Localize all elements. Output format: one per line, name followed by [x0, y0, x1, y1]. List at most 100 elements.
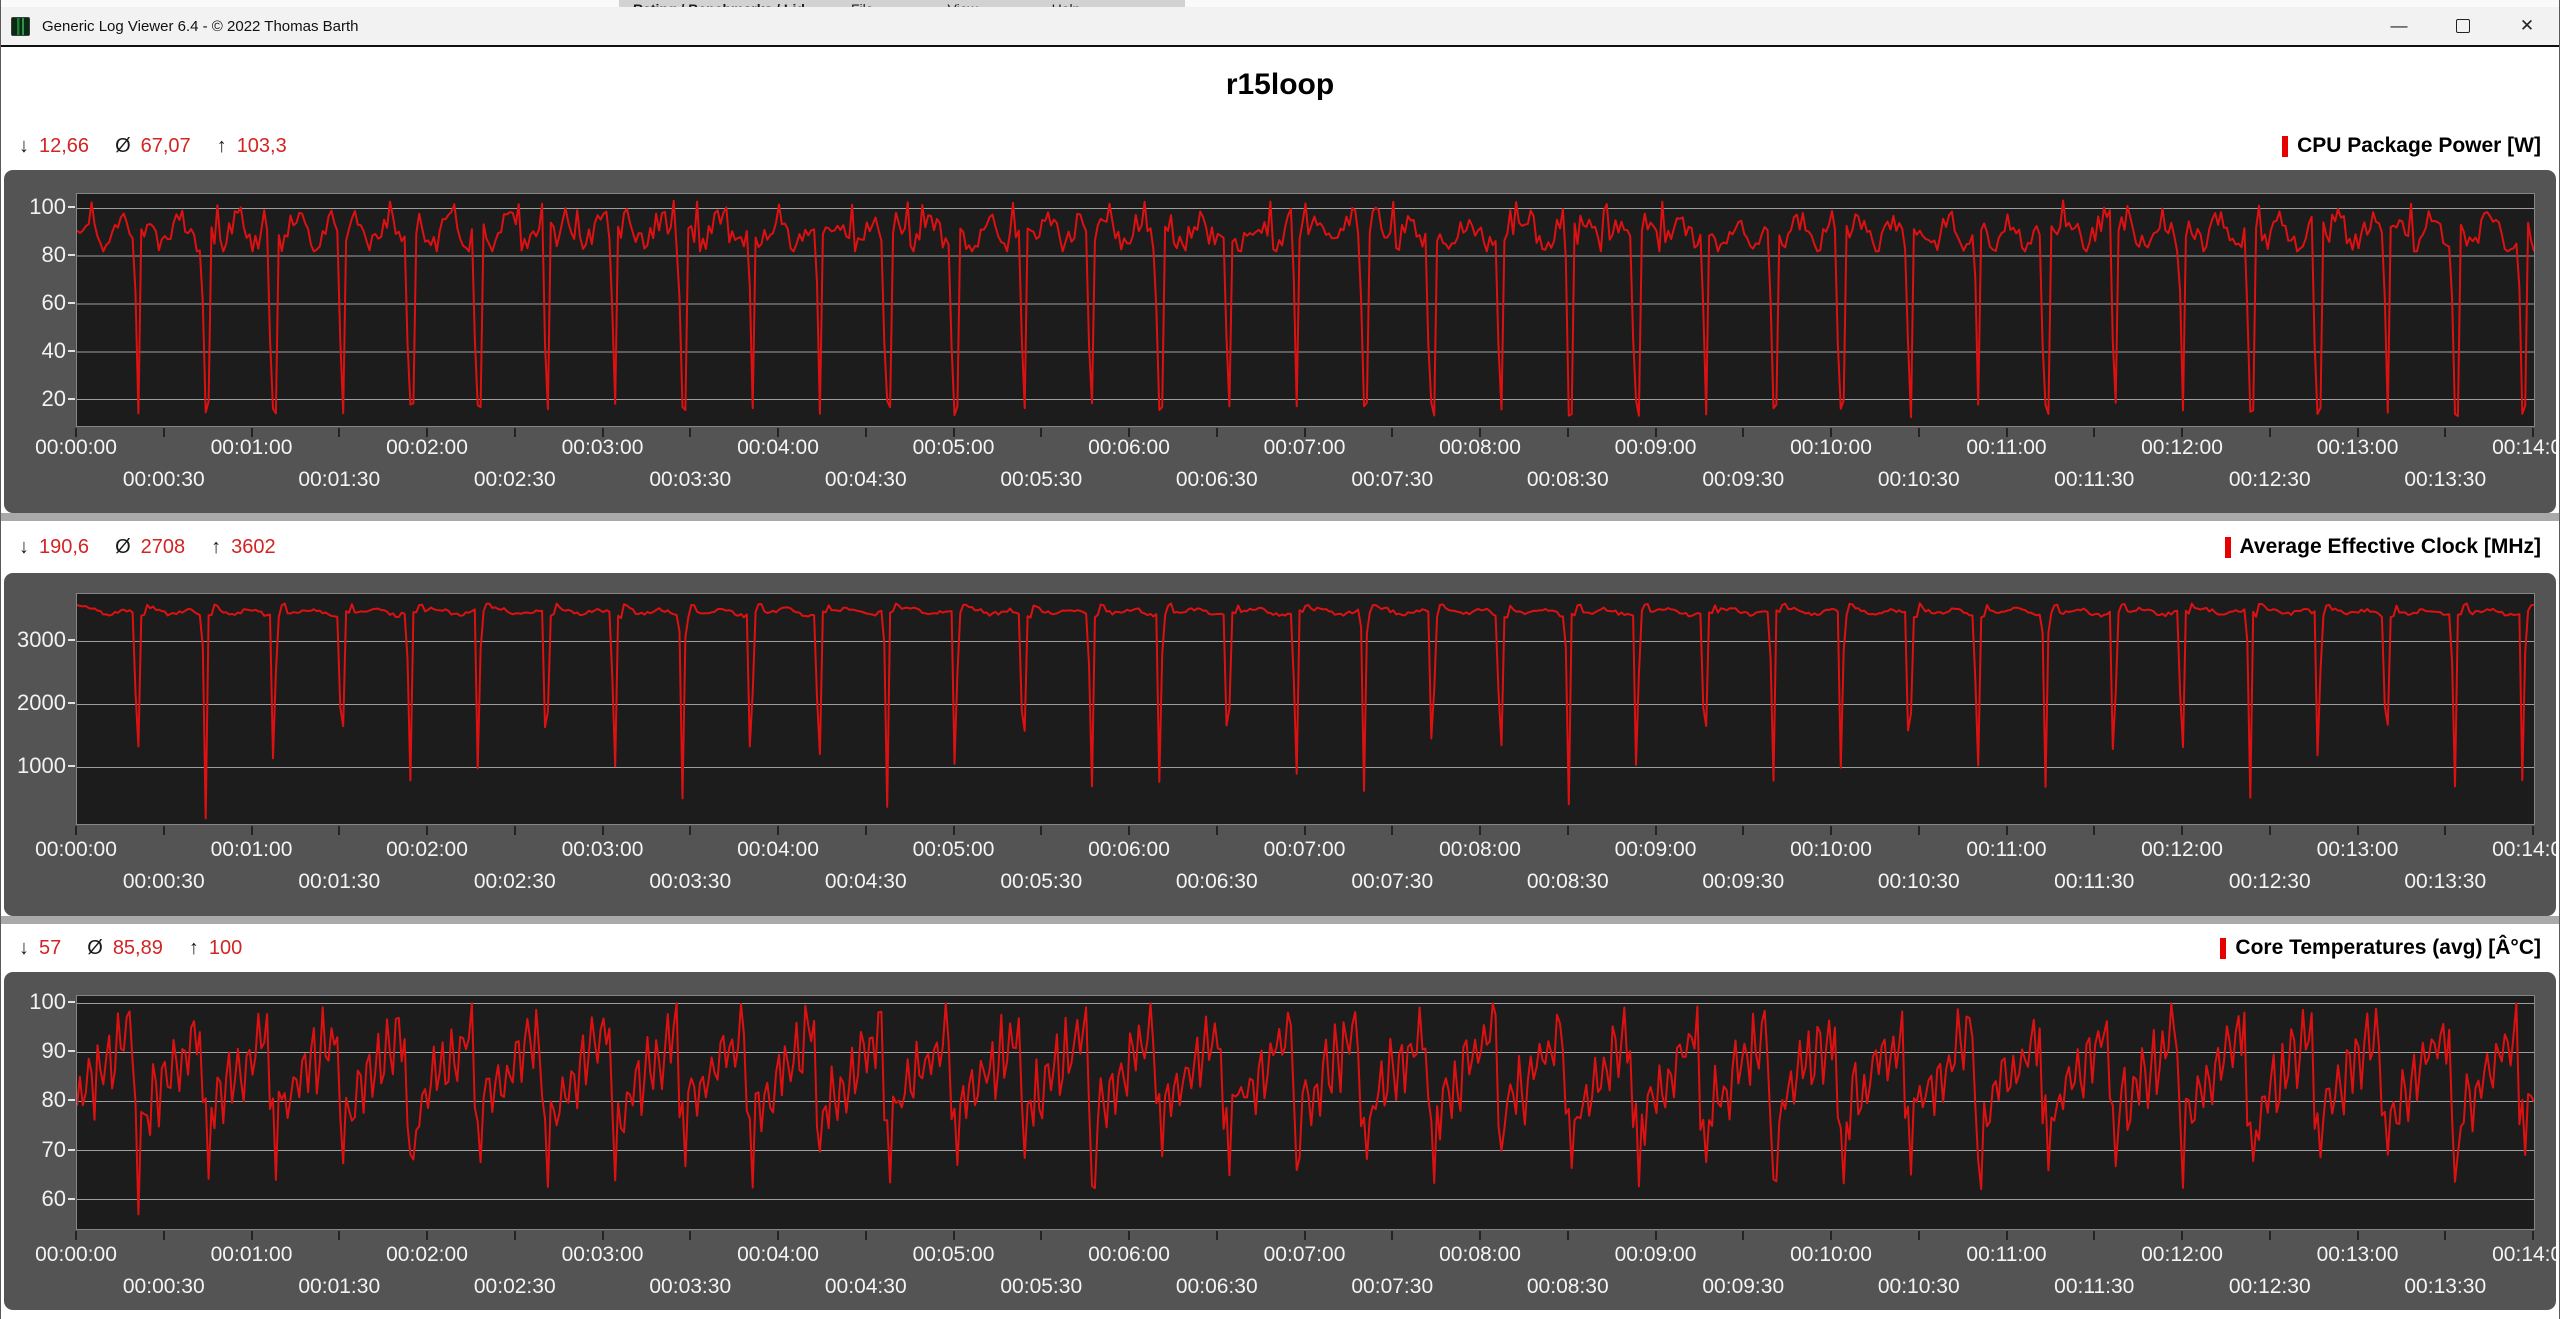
y-axis-tick — [68, 1099, 75, 1101]
x-axis-label: 00:00:30 — [123, 1275, 205, 1299]
x-axis-label: 00:05:30 — [1000, 468, 1082, 492]
x-axis-label: 00:03:00 — [562, 436, 644, 460]
stats-clock: ↓ 190,6 Ø 2708 ↑ 3602 — [19, 536, 292, 559]
page-title: r15loop — [1, 47, 2559, 122]
x-axis-tick — [1040, 1231, 1042, 1240]
x-axis-tick — [1040, 826, 1042, 835]
y-axis-label: 2000 — [6, 690, 66, 716]
window-title: Generic Log Viewer 6.4 - © 2022 Thomas B… — [42, 18, 359, 35]
x-axis-tick — [689, 428, 691, 437]
x-axis-label: 00:06:30 — [1176, 468, 1258, 492]
plot-area[interactable] — [76, 995, 2535, 1230]
x-axis-tick — [1655, 826, 1657, 835]
x-axis-tick — [426, 1231, 428, 1240]
y-axis-label: 100 — [6, 194, 66, 220]
x-axis-tick — [163, 428, 165, 437]
x-axis-tick — [1655, 1231, 1657, 1240]
x-axis-tick — [2444, 826, 2446, 835]
minimize-button[interactable]: — — [2367, 7, 2431, 45]
x-axis-label: 00:10:00 — [1790, 436, 1872, 460]
x-axis-tick — [1216, 1231, 1218, 1240]
x-axis-tick — [1567, 428, 1569, 437]
max-arrow-icon: ↑ — [217, 135, 227, 158]
x-axis-label: 00:08:30 — [1527, 870, 1609, 894]
x-axis-label: 00:09:00 — [1615, 838, 1697, 862]
plot-area[interactable] — [76, 193, 2535, 427]
x-axis-label: 00:10:30 — [1878, 468, 1960, 492]
maximize-icon — [2456, 19, 2470, 33]
x-axis-label: 00:09:00 — [1615, 436, 1697, 460]
x-axis-tick — [865, 1231, 867, 1240]
x-axis-tick — [1918, 1231, 1920, 1240]
maximize-button[interactable] — [2431, 7, 2495, 45]
chart-panel-temp[interactable]: 6070809010000:00:0000:01:0000:02:0000:03… — [4, 972, 2556, 1310]
chart-panel-power[interactable]: 2040608010000:00:0000:01:0000:02:0000:03… — [4, 170, 2556, 513]
x-axis-label: 00:00:00 — [35, 436, 117, 460]
x-axis-tick — [1742, 1231, 1744, 1240]
chart-panel-clock[interactable]: 10002000300000:00:0000:01:0000:02:0000:0… — [4, 573, 2556, 916]
x-axis-tick — [953, 1231, 955, 1240]
x-axis-tick — [75, 1231, 77, 1240]
x-axis-tick — [2181, 826, 2183, 835]
x-axis-tick — [1128, 826, 1130, 835]
x-axis-label: 00:03:00 — [562, 838, 644, 862]
x-axis-tick — [2093, 826, 2095, 835]
data-series-line — [77, 201, 2534, 418]
x-axis-label: 00:02:00 — [386, 1243, 468, 1267]
data-series-line — [77, 603, 2534, 818]
y-axis-tick — [68, 206, 75, 208]
app-window: Rating / Benchmarks / Lid File View Help… — [0, 0, 2560, 1319]
x-axis-tick — [602, 826, 604, 835]
stat-max: 100 — [209, 937, 242, 960]
x-axis-tick — [1128, 1231, 1130, 1240]
plot-area[interactable] — [76, 593, 2535, 825]
x-axis-label: 00:09:30 — [1702, 468, 1784, 492]
x-axis-tick — [338, 428, 340, 437]
x-axis-label: 00:01:00 — [211, 436, 293, 460]
x-axis-tick — [2444, 428, 2446, 437]
x-axis-tick — [2269, 826, 2271, 835]
close-button[interactable]: ✕ — [2495, 7, 2559, 45]
x-axis-tick — [2093, 428, 2095, 437]
stat-max: 103,3 — [237, 135, 287, 158]
min-arrow-icon: ↓ — [19, 135, 29, 158]
x-axis-label: 00:02:00 — [386, 838, 468, 862]
section-header-clock: ↓ 190,6 Ø 2708 ↑ 3602 Average Effective … — [1, 521, 2559, 573]
y-axis-tick — [68, 1198, 75, 1200]
x-axis-tick — [1918, 428, 1920, 437]
legend-color-bar — [2282, 136, 2288, 157]
section-title-temp: Core Temperatures (avg) [Â°C] — [2220, 936, 2541, 960]
x-axis-tick — [2093, 1231, 2095, 1240]
x-axis-label: 00:11:00 — [1966, 1243, 2046, 1267]
y-axis-label: 90 — [6, 1038, 66, 1064]
x-axis-tick — [1830, 826, 1832, 835]
section-title-clock: Average Effective Clock [MHz] — [2225, 535, 2541, 559]
y-axis-label: 80 — [6, 1087, 66, 1113]
y-axis-tick — [68, 1001, 75, 1003]
x-axis-label: 00:13:00 — [2317, 436, 2399, 460]
x-axis-label: 00:05:00 — [913, 1243, 995, 1267]
y-axis-tick — [68, 1149, 75, 1151]
x-axis-label: 00:02:30 — [474, 1275, 556, 1299]
x-axis-label: 00:07:30 — [1351, 468, 1433, 492]
x-axis-tick — [2532, 1231, 2534, 1240]
x-axis-label: 00:05:30 — [1000, 870, 1082, 894]
x-axis-tick — [1742, 428, 1744, 437]
avg-icon: Ø — [87, 937, 103, 960]
x-axis-tick — [689, 826, 691, 835]
legend-color-bar — [2220, 938, 2226, 959]
window-bottom-margin — [1, 1310, 2559, 1319]
stats-power: ↓ 12,66 Ø 67,07 ↑ 103,3 — [19, 135, 303, 158]
x-axis-label: 00:08:00 — [1439, 436, 1521, 460]
x-axis-tick — [1742, 826, 1744, 835]
x-axis-label: 00:01:30 — [298, 870, 380, 894]
x-axis-tick — [1567, 1231, 1569, 1240]
x-axis-tick — [1391, 826, 1393, 835]
x-axis-label: 00:07:00 — [1264, 1243, 1346, 1267]
x-axis-label: 00:13:30 — [2404, 468, 2486, 492]
x-axis-label: 00:13:30 — [2404, 870, 2486, 894]
x-axis-label: 00:06:30 — [1176, 1275, 1258, 1299]
x-axis-tick — [953, 826, 955, 835]
x-axis-label: 00:11:30 — [2054, 870, 2134, 894]
x-axis-label: 00:03:30 — [649, 870, 731, 894]
